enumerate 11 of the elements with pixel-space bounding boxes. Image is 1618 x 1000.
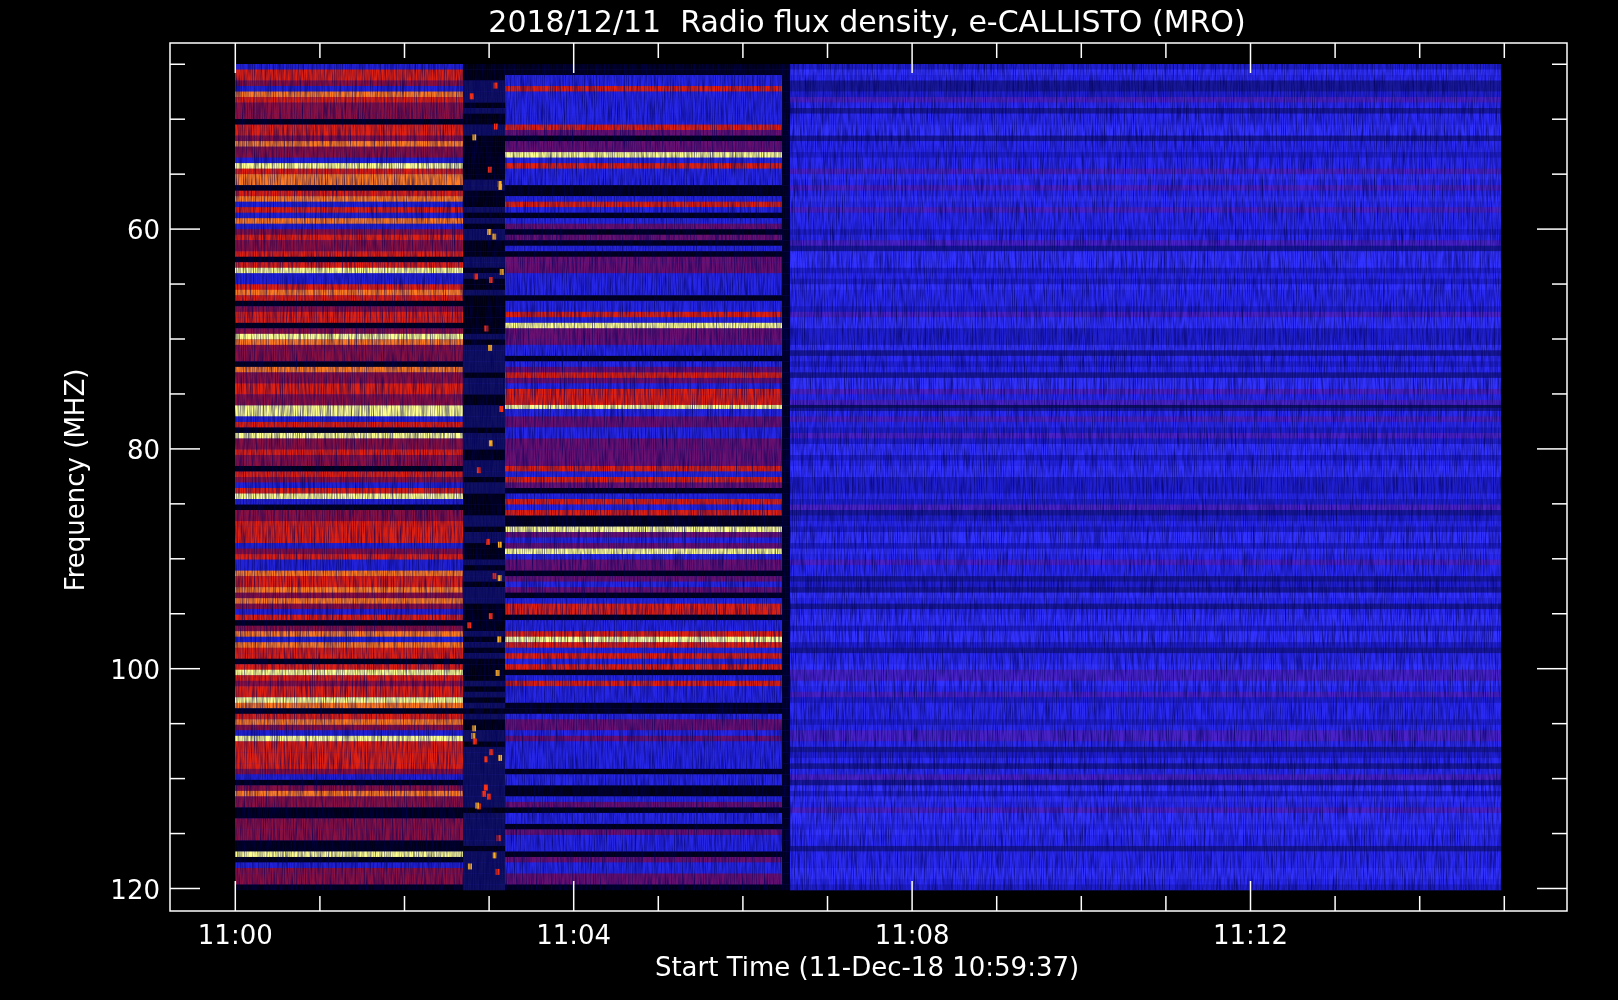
x-axis-label: Start Time (11-Dec-18 10:59:37)	[654, 952, 1080, 982]
y-tick-label: 120	[110, 874, 160, 905]
y-axis-label: Frequency (MHZ)	[60, 368, 90, 592]
y-tick-label: 100	[110, 654, 160, 685]
x-tick-label: 11:00	[197, 920, 273, 950]
x-tick-label: 11:08	[874, 920, 950, 950]
x-tick-label: 11:04	[536, 920, 612, 950]
chart-title: 2018/12/11 Radio flux density, e-CALLISTO (MRO)	[488, 4, 1246, 39]
y-tick-label: 60	[126, 215, 160, 246]
y-tick-label: 80	[126, 434, 160, 465]
x-tick-label: 11:12	[1213, 920, 1288, 950]
